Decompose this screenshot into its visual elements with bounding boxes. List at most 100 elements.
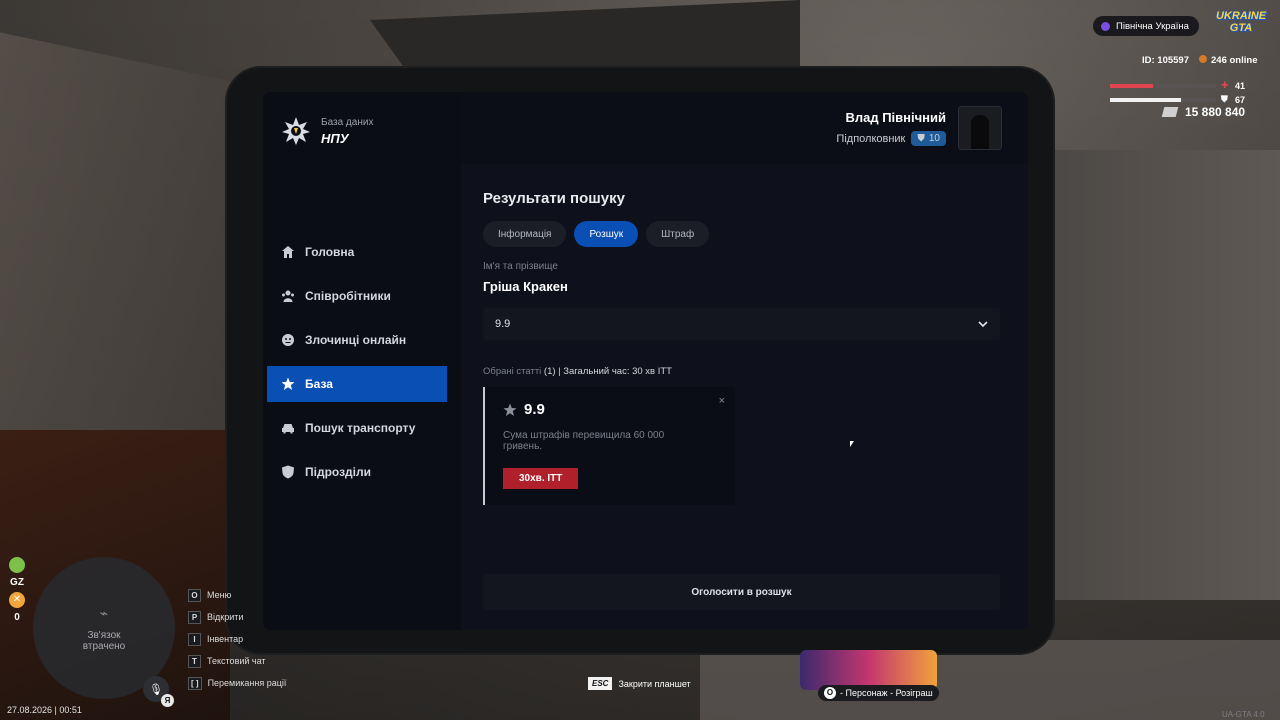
tab-wanted[interactable]: Розшук [574,221,639,247]
user-rank: Підполковник [836,132,906,145]
article-code: 9.9 [524,401,545,418]
key-cap: [ ] [188,676,202,690]
keybind-label: Перемикання рації [207,678,287,688]
keybind-label: Відкрити [207,612,244,622]
chevron-down-icon [978,321,988,327]
online-icon [1199,55,1208,63]
mouse-cursor [850,441,854,447]
user-profile[interactable]: Влад Північний Підполковник ⛊ 10 [836,106,1002,150]
counter-value: 0 [14,612,20,623]
nav-item-units[interactable]: Підрозділи [267,454,447,490]
shield-icon [282,465,294,479]
money-icon [1161,107,1179,117]
esc-key: ESC [588,677,613,690]
car-icon [282,424,294,434]
tab-fine[interactable]: Штраф [646,221,710,247]
user-rank-row: Підполковник ⛊ 10 [836,131,946,146]
nav-label: База [305,377,333,391]
declare-wanted-button[interactable]: Оголосити в розшук [483,574,1000,610]
avatar-figure [971,115,989,149]
player-id-row: ID: 105597 246 online [1142,55,1257,66]
sidebar: База даних НПУ Головна Співробітники Зло… [263,92,461,630]
keybind-label: Інвентар [207,634,244,644]
star-icon [503,403,517,416]
police-star-icon [282,117,310,145]
close-tablet-hint: ESC Закрити планшет [588,677,691,690]
search-results: Результати пошуку Інформація Розшук Штра… [483,190,1000,505]
status-icons: GZ ✕ 0 [8,557,26,623]
x-icon: ✕ [9,592,25,608]
rank-badge-icon: ⛊ [917,133,925,144]
promo-hint: O - Персонаж - Розіграш [818,685,939,701]
sidebar-nav: Головна Співробітники Злочинці онлайн Ба… [267,234,447,498]
keybind-label: Меню [207,590,232,600]
main-panel: Влад Північний Підполковник ⛊ 10 Результа… [461,92,1028,630]
article-card-title: 9.9 [503,401,717,418]
health-icon: ✚ [1221,80,1229,90]
keybind-row: [ ] Перемикання рації [188,676,286,690]
page-title: Результати пошуку [483,190,625,207]
police-tablet: База даних НПУ Головна Співробітники Зло… [227,68,1053,653]
nav-item-home[interactable]: Головна [267,234,447,270]
star-icon [281,377,295,390]
player-id: ID: 105597 [1142,55,1190,66]
health-value: 41 [1235,81,1246,91]
article-select-value: 9.9 [495,318,511,330]
online-count-wrap: 246 online [1199,55,1257,66]
nav-label: Головна [305,245,355,259]
keybind-row: O Меню [188,588,286,602]
server-badge: Північна Україна [1093,16,1199,36]
server-icon [1101,21,1110,31]
keybind-row: T Текстовий чат [188,654,286,668]
summary-value: (1) | Загальний час: 30 хв ІТТ [543,366,672,377]
nav-item-criminals[interactable]: Злочинці онлайн [267,322,447,358]
key-cap: I [188,632,201,646]
nav-item-base[interactable]: База [267,366,447,402]
gz-icon [9,557,25,573]
armor-fill [1110,98,1182,102]
server-name: Північна Україна [1116,20,1189,32]
promo-label: - Персонаж - Розіграш [840,688,933,698]
keybind-label: Текстовий чат [207,656,266,666]
tabs: Інформація Розшук Штраф [483,221,1000,247]
user-info: Влад Північний Підполковник ⛊ 10 [836,110,946,146]
rank-level: 10 [928,133,940,144]
summary-prefix: Обрані статті [483,366,542,377]
nav-label: Підрозділи [305,465,371,479]
game-version: UA-GTA 4.0 [1222,710,1265,719]
close-icon[interactable]: × [719,395,725,407]
nav-item-employees[interactable]: Співробітники [267,278,447,314]
key-cap: P [188,610,201,624]
minimap-status: Зв'язок втрачено [82,629,126,652]
person-name: Гріша Кракен [483,279,568,294]
armor-bar [1110,98,1216,102]
keybind-row: P Відкрити [188,610,286,624]
promo-key: O [824,687,836,699]
nav-label: Співробітники [305,289,391,303]
close-tablet-label: Закрити планшет [618,678,691,689]
armor-icon: ⛊ [1221,94,1228,104]
tablet-screen: База даних НПУ Головна Співробітники Зло… [263,92,1028,630]
promo-banner[interactable] [800,650,937,690]
nav-label: Злочинці онлайн [305,333,407,347]
background-sofa [1050,150,1280,600]
criminal-icon [282,334,294,346]
nav-item-vehicle-search[interactable]: Пошук транспорту [267,410,447,446]
online-count: 246 online [1211,55,1258,66]
gz-label: GZ [10,577,24,588]
money-display: 15 880 840 [1161,105,1245,119]
article-description: Сума штрафів перевищила 60 000 гривень. [503,430,665,452]
rank-badge: ⛊ 10 [911,131,946,146]
avatar [958,106,1002,150]
tab-information[interactable]: Інформація [483,221,567,247]
db-name: НПУ [321,130,349,146]
no-signal-icon: ⌁ [99,604,109,621]
armor-value: 67 [1235,95,1246,105]
article-select[interactable]: 9.9 [483,308,1000,340]
date-time: 27.08.2026 | 00:51 [7,705,82,715]
keybind-hints: O Меню P Відкрити I Інвентар T Текстовий чат… [188,588,286,698]
people-icon [282,290,294,302]
article-card: 9.9 Сума штрафів перевищила 60 000 гриве… [483,387,735,505]
voice-user-badge: Я [161,694,174,707]
health-fill [1110,84,1154,88]
